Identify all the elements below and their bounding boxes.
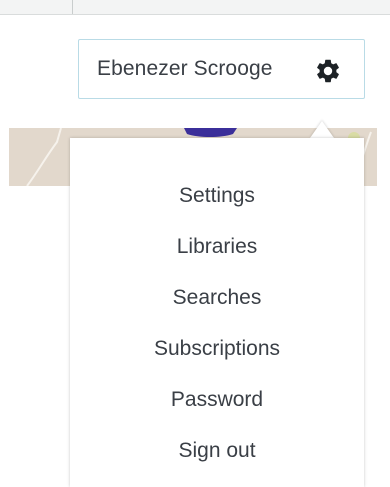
- menu-item-libraries[interactable]: Libraries: [70, 221, 364, 272]
- dropdown-caret: [310, 121, 334, 138]
- top-toolbar-strip: [0, 0, 390, 15]
- menu-item-subscriptions[interactable]: Subscriptions: [70, 323, 364, 374]
- toolbar-divider: [72, 0, 73, 14]
- menu-item-sign-out[interactable]: Sign out: [70, 425, 364, 476]
- user-dropdown-menu: Settings Libraries Searches Subscription…: [70, 138, 364, 487]
- menu-item-settings[interactable]: Settings: [70, 170, 364, 221]
- user-menu-toggle[interactable]: Ebenezer Scrooge: [78, 39, 365, 99]
- user-name: Ebenezer Scrooge: [97, 57, 273, 80]
- gear-icon: [317, 59, 339, 83]
- menu-item-searches[interactable]: Searches: [70, 272, 364, 323]
- menu-item-password[interactable]: Password: [70, 374, 364, 425]
- dropdown-menu-list: Settings Libraries Searches Subscription…: [70, 170, 364, 476]
